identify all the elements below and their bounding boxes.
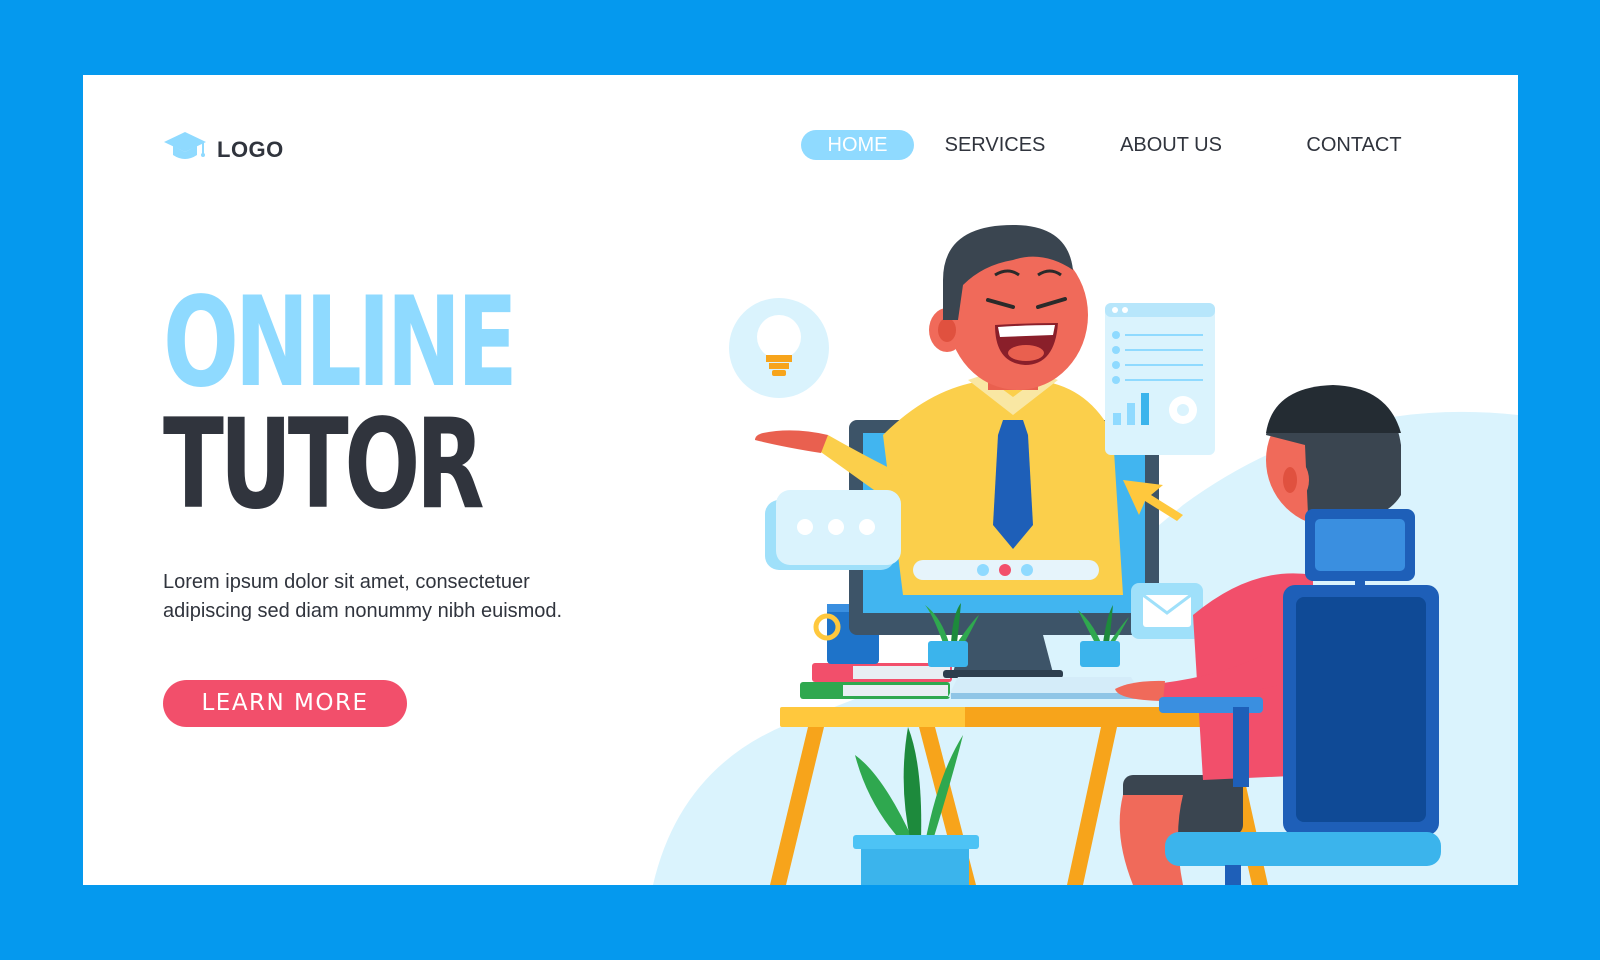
keyboard-icon — [948, 677, 1143, 699]
lightbulb-icon — [729, 298, 829, 398]
video-call-controls — [913, 560, 1099, 580]
chat-bubble-icon — [765, 490, 901, 570]
online-tutor-illustration — [653, 225, 1518, 885]
document-chart-icon — [1105, 303, 1215, 455]
landing-page: LOGO HOME SERVICES ABOUT US CONTACT ONLI… — [83, 75, 1518, 885]
books-icon — [800, 663, 952, 699]
mail-icon — [1131, 583, 1203, 639]
